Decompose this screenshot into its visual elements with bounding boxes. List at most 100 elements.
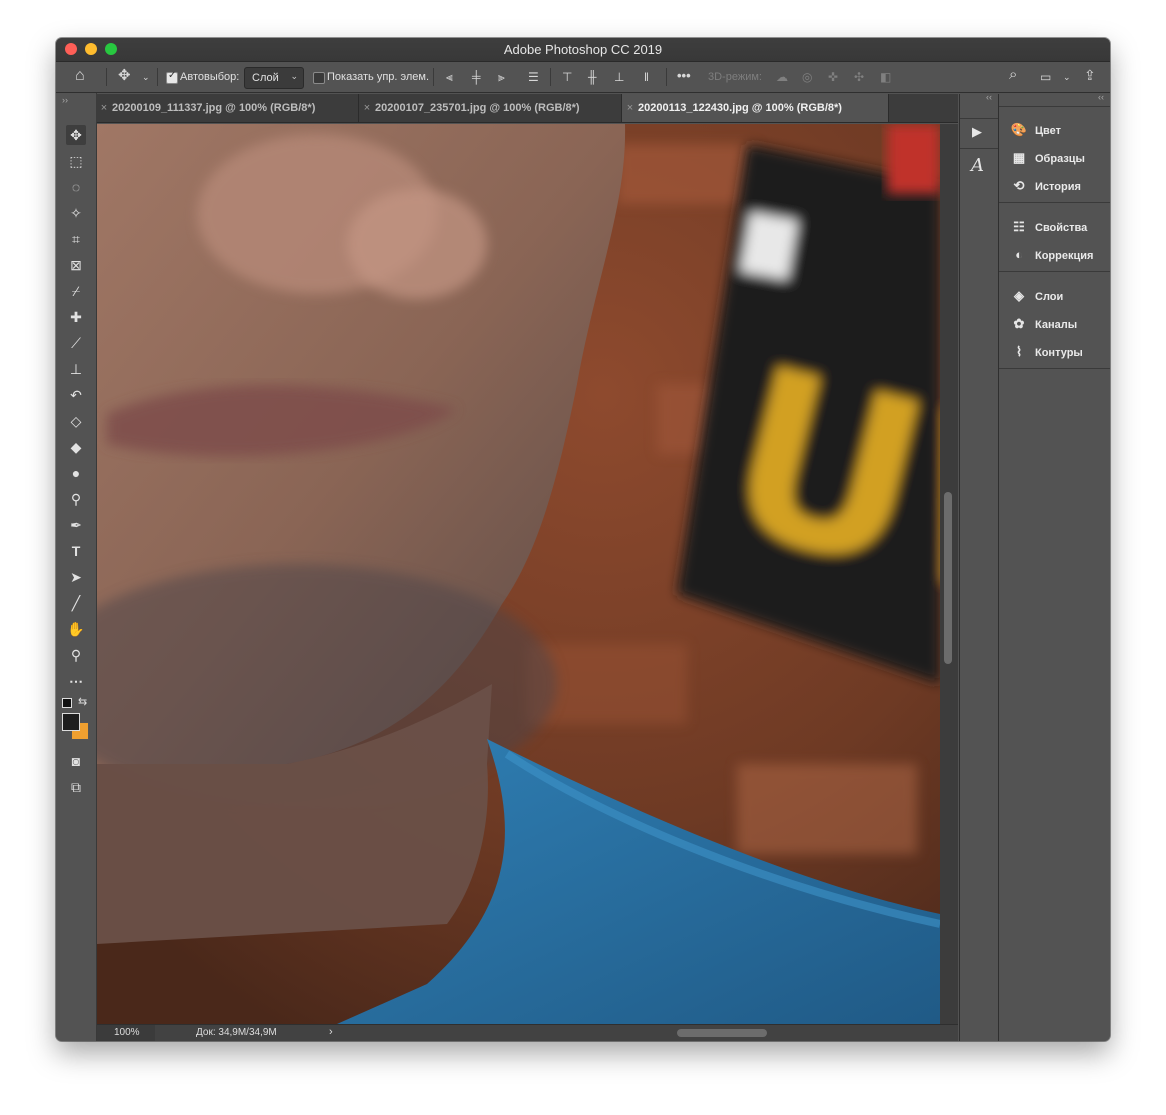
lasso-tool-icon[interactable]: ◌ (66, 177, 86, 197)
type-tool-icon[interactable]: T (66, 541, 86, 561)
align-middle-icon[interactable]: ╫ (588, 70, 597, 84)
divider (960, 148, 998, 149)
quick-mask-icon[interactable]: ◙ (66, 751, 86, 771)
panel-history[interactable]: ⟲ История (1009, 175, 1109, 197)
zoom-field[interactable]: 100% (97, 1025, 155, 1041)
dodge-tool-icon[interactable]: ⚲ (66, 489, 86, 509)
chevron-down-icon: ⌄ (290, 71, 298, 81)
blur-tool-icon[interactable]: ● (66, 463, 86, 483)
auto-select-value: Слой (252, 72, 279, 84)
orbit-3d-icon[interactable]: ☁ (776, 70, 788, 84)
show-transform-checkbox[interactable] (313, 72, 325, 84)
search-icon[interactable]: ⌕ (1009, 67, 1017, 82)
divider (999, 271, 1110, 272)
panel-swatches[interactable]: ▦ Образцы (1009, 147, 1109, 169)
screen-mode-icon[interactable]: ⧉ (66, 777, 86, 797)
vertical-scroll-thumb[interactable] (944, 492, 952, 664)
roll-3d-icon[interactable]: ◎ (802, 70, 812, 84)
swap-colors-icon[interactable]: ⇆ (78, 695, 87, 708)
zoom-tool-icon[interactable]: ⚲ (66, 645, 86, 665)
show-transform-label: Показать упр. элем. (327, 71, 430, 83)
tab-document-2[interactable]: × 20200107_235701.jpg @ 100% (RGB/8*) (359, 94, 622, 122)
slide-3d-icon[interactable]: ✣ (854, 70, 864, 84)
auto-select-dropdown[interactable]: Слой ⌄ (244, 67, 304, 89)
collapse-strip-icon[interactable]: ‹‹ (986, 92, 992, 102)
paths-icon: ⌇ (1015, 344, 1023, 359)
divider (999, 106, 1110, 107)
tool-preset-chevron-icon[interactable]: ⌄ (142, 70, 150, 84)
panel-label: Каналы (1035, 319, 1078, 331)
path-selection-tool-icon[interactable]: ➤ (66, 567, 86, 587)
paint-bucket-tool-icon[interactable]: ◆ (66, 437, 86, 457)
close-tab-icon[interactable]: × (96, 94, 112, 122)
tab-document-3[interactable]: × 20200113_122430.jpg @ 100% (RGB/8*) (622, 94, 889, 122)
distribute-v-icon[interactable]: ☰ (528, 70, 539, 84)
vertical-scrollbar[interactable] (940, 124, 958, 1024)
move-tool-icon[interactable]: ✥ (118, 68, 131, 83)
align-right-icon[interactable]: ⫸ (498, 70, 505, 84)
line-tool-icon[interactable]: ╱ (66, 593, 86, 613)
document-canvas[interactable]: UW (97, 124, 940, 1024)
photo-image: UW (97, 124, 940, 1024)
pen-tool-icon[interactable]: ✒ (66, 515, 86, 535)
workspace-chevron-icon[interactable]: ⌄ (1063, 70, 1071, 84)
home-icon[interactable]: ⌂ (75, 68, 85, 84)
adjustments-icon: ◐ (1015, 247, 1023, 262)
frame-tool-icon[interactable]: ⊠ (66, 255, 86, 275)
brush-tool-icon[interactable]: ⟋ (66, 333, 86, 353)
eraser-tool-icon[interactable]: ◇ (66, 411, 86, 431)
panel-color[interactable]: 🎨 Цвет (1009, 119, 1109, 141)
align-center-h-icon[interactable]: ╪ (472, 70, 481, 84)
divider (999, 202, 1110, 203)
panel-adjustments[interactable]: ◐ Коррекция (1009, 244, 1109, 266)
options-bar: ⌂ ✥ ⌄ ✓ Автовыбор: Слой ⌄ Показать упр. … (56, 62, 1110, 93)
marquee-tool-icon[interactable]: ⬚ (66, 151, 86, 171)
document-tabs: × 20200109_111337.jpg @ 100% (RGB/8*) × 20… (96, 94, 958, 123)
align-left-icon[interactable]: ⫷ (446, 70, 453, 84)
actions-play-icon[interactable]: ▶ (972, 124, 982, 140)
clone-stamp-tool-icon[interactable]: ⊥ (66, 359, 86, 379)
panel-paths[interactable]: ⌇ Контуры (1009, 341, 1109, 363)
divider (666, 68, 667, 86)
magic-wand-tool-icon[interactable]: ✧ (66, 203, 86, 223)
align-bottom-icon[interactable]: ⊥ (614, 70, 624, 84)
share-icon[interactable]: ⇪ (1084, 68, 1096, 82)
distribute-h-icon[interactable]: ‖ (644, 70, 649, 84)
collapsed-panel-strip: ‹‹ ▶ A (959, 92, 999, 1041)
close-tab-icon[interactable]: × (622, 94, 638, 122)
panel-properties[interactable]: ☷ Свойства (1009, 216, 1109, 238)
align-top-icon[interactable]: ⊤ (562, 70, 572, 84)
collapse-toolbar-icon[interactable]: ›› (62, 95, 68, 105)
panel-label: Коррекция (1035, 250, 1094, 262)
auto-select-checkbox[interactable]: ✓ (166, 70, 178, 84)
panel-label: Свойства (1035, 222, 1088, 234)
divider (550, 68, 551, 86)
crop-tool-icon[interactable]: ⌗ (66, 229, 86, 249)
close-tab-icon[interactable]: × (359, 94, 375, 122)
pan-3d-icon[interactable]: ✜ (828, 70, 838, 84)
workspace-icon[interactable]: ▭ (1040, 70, 1051, 84)
move-tool-icon[interactable]: ✥ (66, 125, 86, 145)
panel-label: История (1035, 181, 1081, 193)
document-size: Док: 34,9M/34,9M (196, 1027, 277, 1038)
panel-channels[interactable]: ✿ Каналы (1009, 313, 1109, 335)
auto-select-label: Автовыбор: (180, 71, 240, 83)
healing-brush-tool-icon[interactable]: ✚ (66, 307, 86, 327)
collapse-panels-icon[interactable]: ‹‹ (1098, 92, 1104, 102)
history-brush-tool-icon[interactable]: ↶ (66, 385, 86, 405)
scale-3d-icon[interactable]: ◧ (880, 70, 891, 84)
hand-tool-icon[interactable]: ✋ (66, 619, 86, 639)
status-menu-arrow[interactable]: › (329, 1026, 333, 1038)
horizontal-scroll-thumb[interactable] (677, 1029, 767, 1037)
foreground-color-swatch[interactable] (62, 713, 80, 731)
panels-dock: ‹‹ 🎨 Цвет ▦ Образцы ⟲ История ☷ Свойства ◐ Ко… (999, 92, 1110, 1041)
more-options-icon[interactable]: ••• (677, 69, 691, 83)
default-colors-icon[interactable] (62, 698, 72, 708)
character-panel-icon[interactable]: A (971, 155, 984, 176)
panel-layers[interactable]: ◈ Слои (1009, 285, 1109, 307)
eyedropper-tool-icon[interactable]: ⌿ (66, 281, 86, 301)
divider (960, 118, 998, 119)
tab-document-1[interactable]: × 20200109_111337.jpg @ 100% (RGB/8*) (96, 94, 359, 122)
edit-toolbar-icon[interactable]: ⋯ (66, 671, 86, 691)
toolbar-header: ›› (56, 93, 97, 121)
